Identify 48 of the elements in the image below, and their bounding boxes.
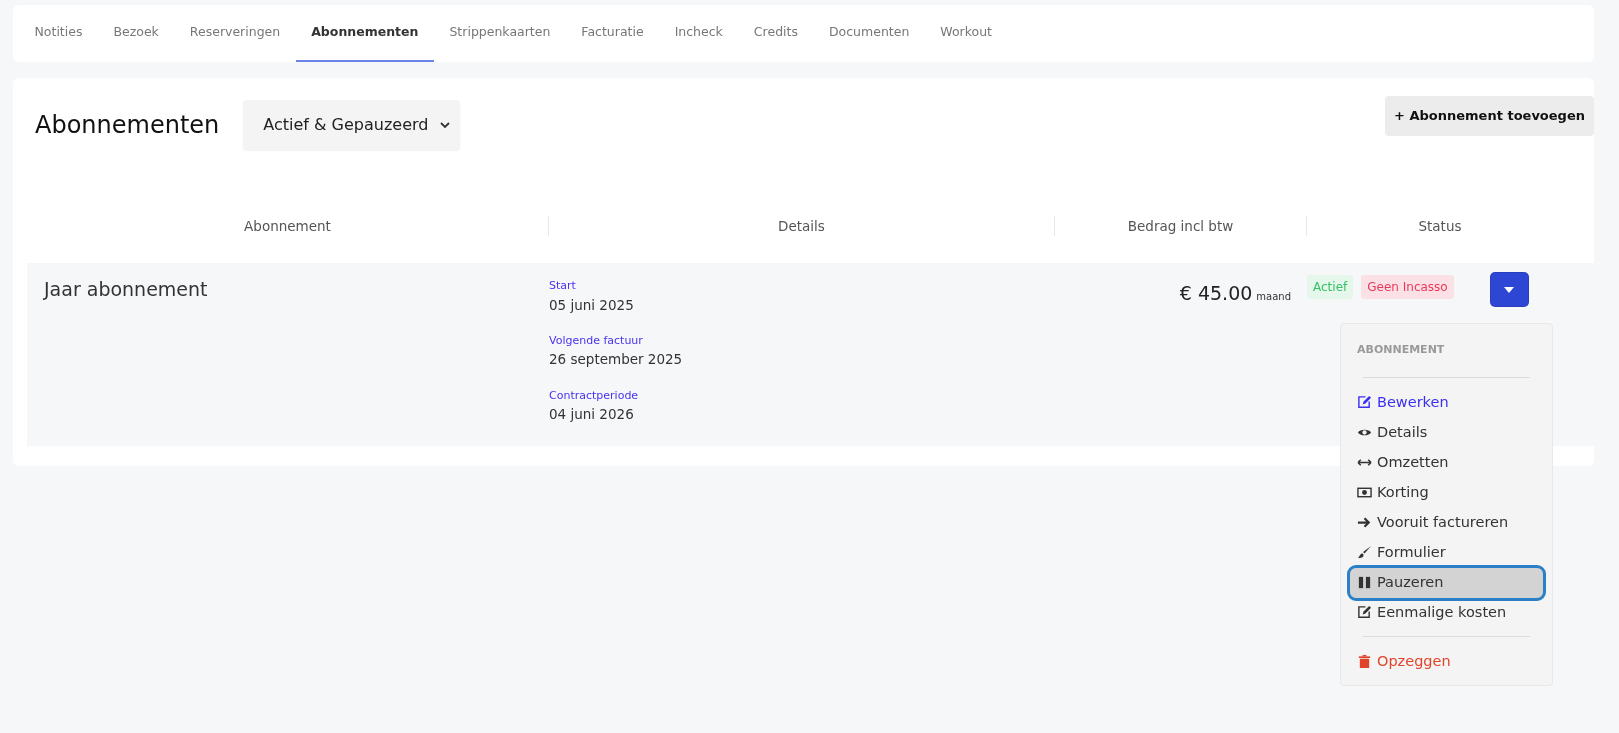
tab[interactable]: Bezoek	[97, 5, 175, 62]
menu-item[interactable]: Eenmalige kosten	[1350, 597, 1543, 628]
detail-label: Contractperiode	[549, 387, 640, 404]
detail-value: 26 september 2025	[549, 350, 684, 370]
edit-icon	[1357, 605, 1372, 620]
menu-item[interactable]: Formulier	[1350, 537, 1543, 568]
detail-value: 05 juni 2025	[549, 295, 635, 315]
menu-item[interactable]: Opzeggen	[1350, 646, 1543, 677]
tab[interactable]: Strippenkaarten	[433, 5, 566, 62]
filter-select[interactable]: Actief & Gepauzeerd	[243, 100, 461, 150]
column-header: Details	[778, 217, 825, 234]
amount: € 45.00	[1179, 282, 1253, 304]
tab[interactable]: Credits	[738, 5, 814, 62]
tab[interactable]: Notities	[19, 5, 98, 62]
arrow-right-icon	[1357, 515, 1372, 530]
detail-value: 04 juni 2026	[549, 405, 635, 424]
tab[interactable]: Incheck	[659, 5, 739, 62]
menu-item[interactable]: Details	[1350, 417, 1543, 448]
tab[interactable]: Documenten	[813, 5, 925, 62]
trash-icon	[1357, 654, 1372, 669]
page-title: Abonnementen	[35, 110, 220, 140]
status-badge: Actief	[1307, 275, 1354, 299]
pause-icon	[1357, 575, 1372, 590]
menu-item[interactable]: Korting	[1350, 477, 1543, 508]
tab[interactable]: Workout	[924, 5, 1008, 62]
subscription-name: Jaar abonnement	[42, 277, 209, 302]
menu-item[interactable]: Omzetten	[1350, 447, 1543, 478]
chevron-down-icon	[440, 121, 451, 129]
column-header: Abonnement	[244, 217, 331, 234]
billing-period: maand	[1256, 291, 1291, 302]
edit-icon	[1357, 395, 1372, 410]
caret-icon	[1504, 286, 1515, 293]
column-header: Bedrag incl btw	[1127, 217, 1234, 234]
menu-header: ABONNEMENT	[1356, 342, 1446, 358]
tab[interactable]: Facturatie	[565, 5, 660, 62]
menu-item[interactable]: Pauzeren	[1350, 567, 1543, 598]
dropdown-toggle-button[interactable]	[1490, 273, 1528, 306]
menu-item[interactable]: Vooruit factureren	[1350, 507, 1543, 538]
status-badge: Geen Incasso	[1361, 275, 1454, 299]
detail-label: Start	[549, 278, 577, 294]
detail-label: Volgende factuur	[549, 332, 644, 349]
tab[interactable]: Reserveringen	[174, 5, 296, 62]
banknote-icon	[1357, 485, 1372, 500]
tab[interactable]: Abonnementen	[295, 5, 434, 62]
add-subscription-button[interactable]: + Abonnement toevoegen	[1385, 96, 1594, 136]
menu-item[interactable]: Bewerken	[1350, 387, 1543, 418]
brush-icon	[1357, 545, 1372, 560]
column-header: Status	[1418, 217, 1462, 234]
